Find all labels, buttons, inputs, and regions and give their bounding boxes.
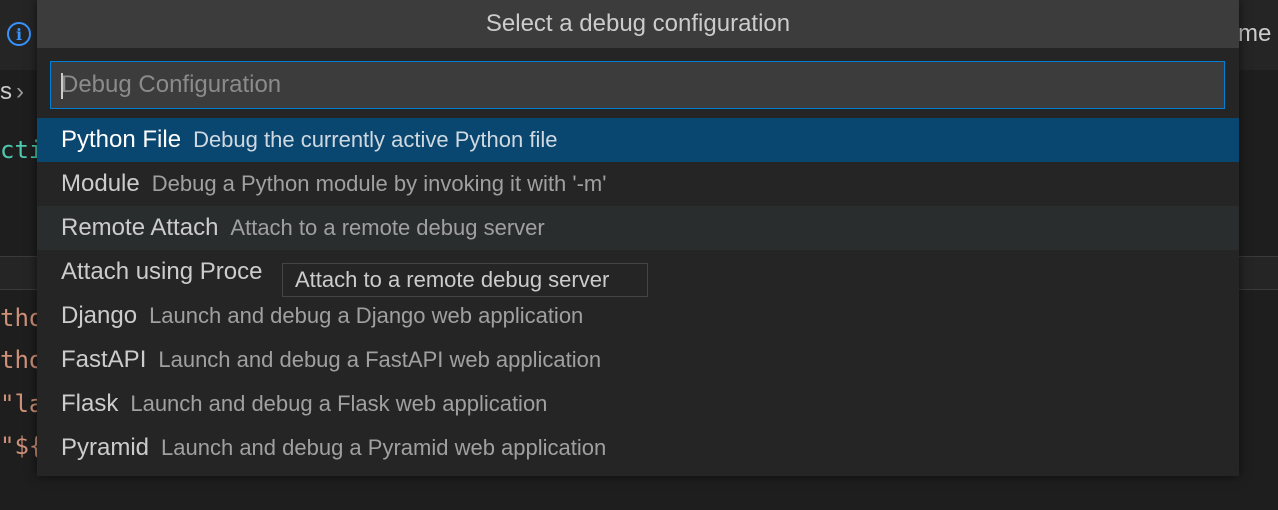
quick-pick-item-description: Debug the currently active Python file <box>193 127 558 152</box>
text-caret <box>61 73 63 99</box>
quick-pick-item-label: Pyramid <box>61 434 150 461</box>
quick-pick-item[interactable]: Python File Debug the currently active Py… <box>37 118 1239 162</box>
quick-pick-title: Select a debug configuration <box>37 0 1239 48</box>
quick-pick-item-description: Debug a Python module by invoking it wit… <box>151 171 607 196</box>
chevron-right-icon: › <box>16 78 24 105</box>
tooltip: Attach to a remote debug server <box>282 263 648 297</box>
quick-pick-item-description: Launch and debug a Pyramid web applicati… <box>161 435 607 460</box>
quick-pick-item[interactable]: Module Debug a Python module by invoking … <box>37 162 1239 206</box>
debug-config-quick-pick: Select a debug configuration Python File… <box>37 0 1239 476</box>
quick-pick-input-wrapper <box>50 61 1225 109</box>
quick-pick-item-description: Launch and debug a Django web applicatio… <box>149 303 584 328</box>
quick-pick-item-label: Django <box>61 302 138 329</box>
quick-pick-item-label: Python File <box>61 126 182 153</box>
quick-pick-item[interactable]: Remote Attach Attach to a remote debug se… <box>37 206 1239 250</box>
right-text-fragment: me <box>1238 20 1272 47</box>
quick-pick-item-label: Module <box>61 170 140 197</box>
quick-pick-item[interactable]: Flask Launch and debug a Flask web applic… <box>37 382 1239 426</box>
quick-pick-item-label: Flask <box>61 390 119 417</box>
breadcrumb: s › <box>0 78 24 106</box>
quick-pick-item[interactable]: FastAPI Launch and debug a FastAPI web ap… <box>37 338 1239 382</box>
quick-pick-item-description: Launch and debug a FastAPI web applicati… <box>158 347 602 372</box>
quick-pick-item[interactable]: Pyramid Launch and debug a Pyramid web ap… <box>37 426 1239 470</box>
quick-pick-item[interactable]: Django Launch and debug a Django web appl… <box>37 294 1239 338</box>
breadcrumb-fragment[interactable]: s <box>0 78 12 105</box>
quick-pick-item-description: Launch and debug a Flask web application <box>130 391 548 416</box>
info-icon[interactable]: i <box>7 22 31 46</box>
quick-pick-item-label: FastAPI <box>61 346 147 373</box>
quick-pick-item-label: Remote Attach <box>61 214 219 241</box>
quick-pick-item-description: Attach to a remote debug server <box>230 215 545 240</box>
quick-pick-item-label: Attach using Proce <box>61 258 263 285</box>
debug-configuration-input[interactable] <box>51 62 1224 108</box>
